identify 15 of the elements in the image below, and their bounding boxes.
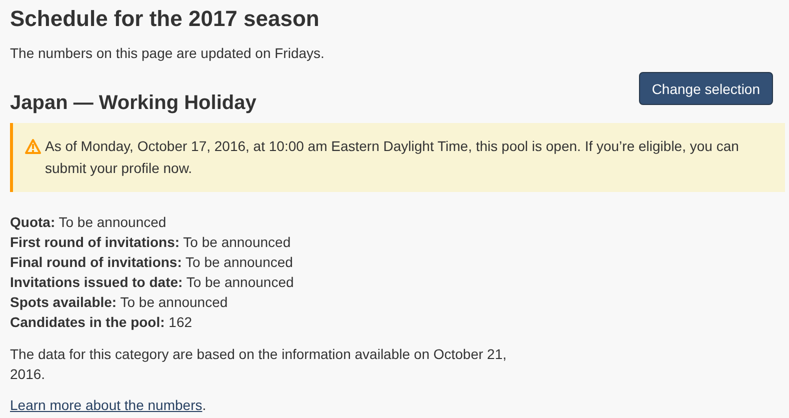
fact-line: Invitations issued to date: To be announced — [10, 273, 294, 292]
fact-line: First round of invitations: To be announced — [10, 233, 291, 252]
fact-line: Spots available: To be announced — [10, 293, 228, 312]
learn-more-sentence: Learn more about the numbers. — [10, 396, 206, 415]
change-selection-button[interactable]: Change selection — [638, 72, 773, 105]
section-heading: Japan — Working Holiday — [10, 91, 256, 115]
page-title: Schedule for the 2017 season — [9, 5, 320, 31]
alert-message: As of Monday, October 17, 2016, at 10:00 am Eastern Daylight Time, this pool is open. If you’re eligible, you can submit your profile now. — [45, 137, 740, 178]
fact-line: Final round of invitations: To be announced — [10, 253, 293, 272]
update-note: The numbers on this page are updated on Fridays. — [10, 44, 324, 63]
fact-line: Quota: To be announced — [10, 213, 166, 232]
data-note: The data for this category are based on the information available on October 21, 2016. — [10, 345, 508, 384]
warning-icon — [25, 139, 41, 154]
fact-line: Candidates in the pool: 162 — [10, 313, 192, 332]
learn-more-link[interactable]: Learn more about the numbers — [10, 397, 202, 413]
